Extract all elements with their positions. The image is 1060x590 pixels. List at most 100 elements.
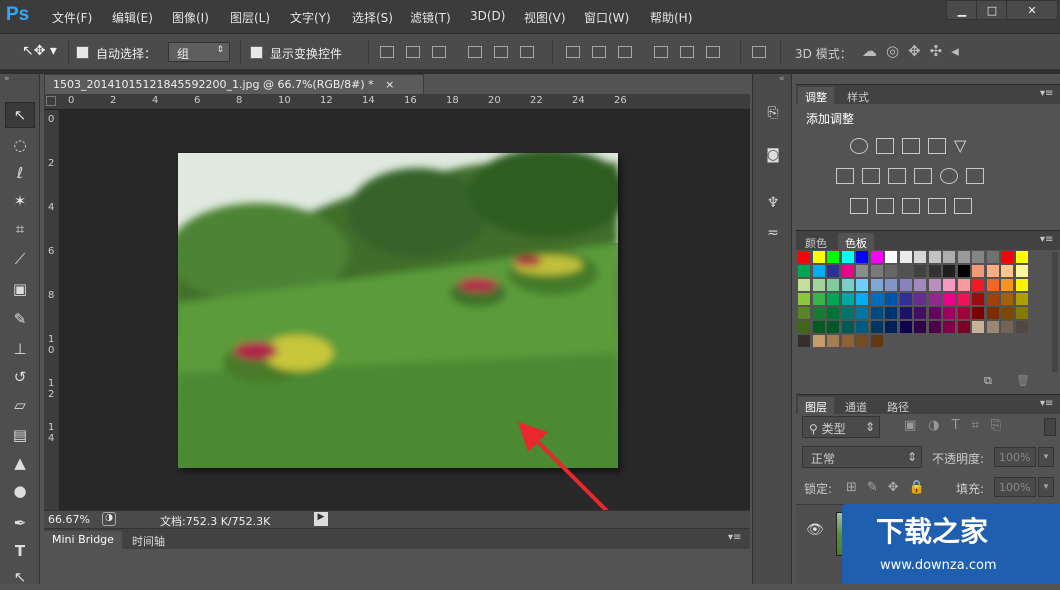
menu-3d[interactable]: 3D(D) [470, 9, 505, 23]
color-swatch[interactable] [812, 265, 825, 277]
align-hcenter-icon[interactable] [494, 46, 508, 58]
color-swatch[interactable] [899, 307, 912, 319]
color-swatch[interactable] [986, 279, 999, 291]
color-swatch[interactable] [870, 279, 883, 291]
blend-mode-dropdown[interactable]: 正常 ⇕ [802, 446, 922, 468]
layer-filter-dropdown[interactable]: ⚲ 类型 ⇕ [802, 416, 880, 438]
close-icon[interactable]: ✕ [1006, 0, 1058, 20]
color-swatch[interactable] [827, 321, 839, 333]
opacity-input[interactable]: 100% [994, 447, 1036, 467]
color-swatch[interactable] [885, 293, 897, 305]
color-swatch[interactable] [986, 307, 999, 319]
color-swatch[interactable] [928, 321, 941, 333]
color-swatch[interactable] [928, 251, 941, 263]
distribute-vcenter-icon[interactable] [592, 46, 606, 58]
color-swatch[interactable] [856, 293, 868, 305]
panel-menu-icon[interactable]: ▾≡ [1040, 234, 1053, 245]
history-brush-icon[interactable]: ↺ [5, 364, 35, 390]
eraser-icon[interactable]: ▱ [5, 392, 35, 418]
panel-menu-icon[interactable]: ▾≡ [1040, 398, 1053, 409]
align-left-icon[interactable] [468, 46, 482, 58]
color-swatch[interactable] [885, 279, 897, 291]
color-swatch[interactable] [943, 307, 955, 319]
color-swatch[interactable] [841, 307, 854, 319]
eye-visibility-icon[interactable]: 👁 [806, 522, 824, 538]
auto-select-dropdown[interactable]: 组 ⇕ [168, 42, 230, 62]
color-swatch[interactable] [1001, 321, 1013, 333]
brightness-icon[interactable] [850, 138, 868, 154]
color-swatch[interactable] [899, 321, 912, 333]
color-swatch[interactable] [972, 321, 984, 333]
color-swatch[interactable] [914, 321, 926, 333]
color-swatch[interactable] [827, 307, 839, 319]
color-swatch[interactable] [1015, 321, 1028, 333]
color-swatch[interactable] [856, 265, 868, 277]
color-swatch[interactable] [870, 265, 883, 277]
crop-tool-icon[interactable]: ⌗ [5, 216, 35, 242]
panel-menu-icon[interactable]: ▾≡ [728, 532, 741, 543]
vibrance-icon[interactable]: ▽ [954, 136, 966, 155]
menu-window[interactable]: 窗口(W) [584, 9, 629, 26]
color-swatch[interactable] [943, 293, 955, 305]
color-swatch[interactable] [899, 265, 912, 277]
menu-help[interactable]: 帮助(H) [650, 9, 692, 26]
color-swatch[interactable] [943, 265, 955, 277]
color-swatch[interactable] [972, 293, 984, 305]
pen-tool-icon[interactable]: ✒ [5, 510, 35, 536]
menu-select[interactable]: 选择(S) [352, 9, 393, 26]
opacity-slider-icon[interactable]: ▾ [1038, 447, 1054, 467]
color-swatch[interactable] [798, 321, 810, 333]
color-swatch[interactable] [827, 265, 839, 277]
menu-file[interactable]: 文件(F) [52, 9, 92, 26]
distribute-bottom-icon[interactable] [618, 46, 632, 58]
distribute-top-icon[interactable] [566, 46, 580, 58]
menu-image[interactable]: 图像(I) [172, 9, 209, 26]
color-swatch[interactable] [1015, 265, 1028, 277]
close-tab-icon[interactable]: × [385, 78, 394, 91]
color-swatch[interactable] [812, 307, 825, 319]
color-swatch[interactable] [957, 307, 970, 319]
eyedropper-icon[interactable]: ⟋ [5, 246, 35, 272]
ruler-origin-icon[interactable] [46, 96, 56, 106]
align-vcenter-icon[interactable] [406, 46, 420, 58]
color-swatch[interactable] [972, 307, 984, 319]
show-transform-checkbox[interactable] [250, 46, 263, 59]
history-panel-icon[interactable]: ⎘ [761, 102, 785, 124]
collapse-icon[interactable]: « [779, 74, 785, 84]
magic-wand-icon[interactable]: ✶ [5, 188, 35, 214]
color-swatch[interactable] [841, 293, 854, 305]
color-swatch[interactable] [957, 251, 970, 263]
color-swatch[interactable] [870, 335, 883, 347]
color-swatch[interactable] [943, 321, 955, 333]
lasso-tool-icon[interactable]: ℓ [5, 160, 35, 186]
color-swatch[interactable] [986, 265, 999, 277]
move-tool-icon[interactable]: ↖✥ ▾ [22, 43, 57, 59]
align-top-icon[interactable] [380, 46, 394, 58]
color-swatch[interactable] [1015, 293, 1028, 305]
color-swatch[interactable] [798, 293, 810, 305]
color-swatch[interactable] [899, 251, 912, 263]
clone-stamp-icon[interactable]: ⊥ [5, 336, 35, 362]
color-swatch[interactable] [914, 279, 926, 291]
brush-panel-icon[interactable]: ♆ [761, 192, 785, 214]
tab-channels[interactable]: 通道 [838, 397, 874, 415]
panel-menu-icon[interactable]: ▾≡ [1040, 88, 1053, 99]
color-swatch[interactable] [827, 293, 839, 305]
color-swatch[interactable] [870, 307, 883, 319]
menu-filter[interactable]: 滤镜(T) [410, 9, 451, 26]
menu-layer[interactable]: 图层(L) [230, 9, 270, 26]
color-swatch[interactable] [812, 279, 825, 291]
menu-edit[interactable]: 编辑(E) [112, 9, 153, 26]
color-swatch[interactable] [885, 321, 897, 333]
color-swatch[interactable] [798, 251, 810, 263]
invert-icon[interactable] [850, 198, 868, 214]
color-swatch[interactable] [986, 293, 999, 305]
color-swatch[interactable] [870, 251, 883, 263]
black-white-icon[interactable] [888, 168, 906, 184]
menu-view[interactable]: 视图(V) [524, 9, 566, 26]
color-swatch[interactable] [841, 279, 854, 291]
tab-adjustments[interactable]: 调整 [798, 87, 834, 105]
posterize-icon[interactable] [876, 198, 894, 214]
color-swatch[interactable] [899, 279, 912, 291]
color-swatch[interactable] [928, 279, 941, 291]
